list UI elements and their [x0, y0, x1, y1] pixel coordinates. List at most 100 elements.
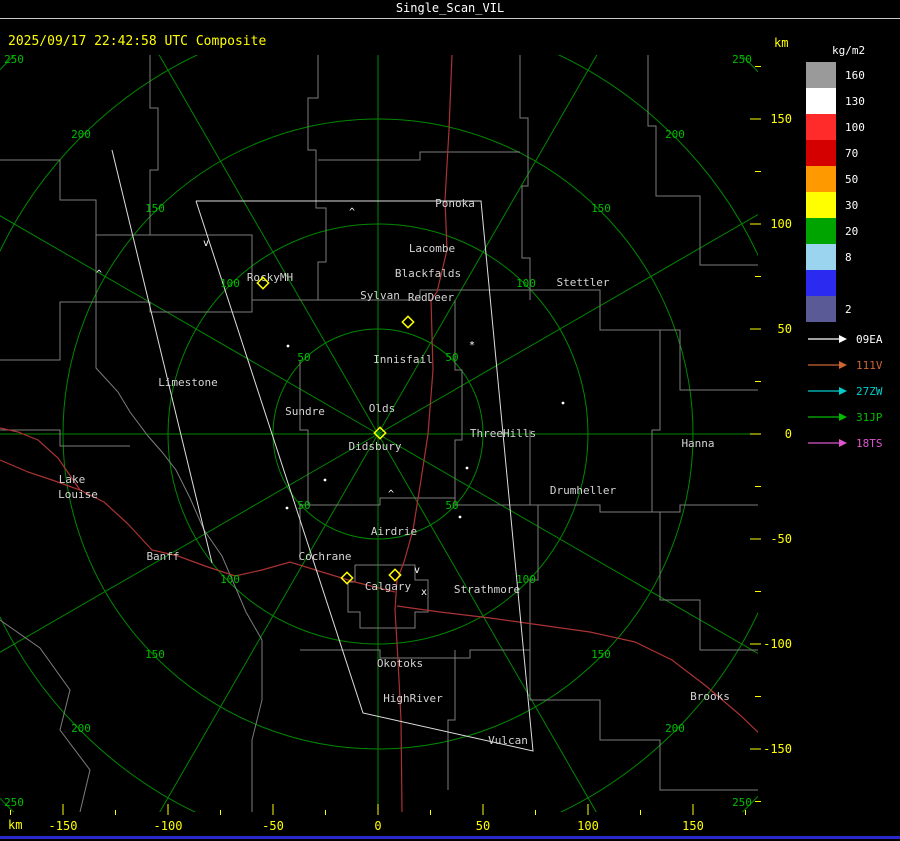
highway-line	[396, 605, 758, 734]
y-axis-label: 50	[778, 322, 792, 336]
storm-track-id: 27ZW	[856, 384, 883, 398]
legend-panel: kg/m2 160 130 100 70 50 30 20 8 2 09EA 111V 27ZW 31…	[806, 44, 900, 456]
city-label-brooks: Brooks	[690, 690, 730, 703]
colorbar-swatch	[806, 140, 836, 166]
azimuth-spoke-300	[0, 215, 379, 435]
colorbar-entry: 20	[806, 218, 900, 244]
range-label: 250	[732, 796, 752, 809]
colorbar-swatch	[806, 192, 836, 218]
storm-track-legend-item: 31JP	[806, 404, 900, 430]
county-boundary-line	[0, 619, 91, 812]
colorbar-value: 2	[845, 302, 852, 316]
county-boundary-line	[447, 650, 456, 790]
city-label-ponoka: Ponoka	[435, 197, 475, 210]
range-label: 250	[4, 796, 24, 809]
storm-track-arrow-icon	[808, 335, 847, 343]
city-label-airdrie: Airdrie	[371, 525, 417, 538]
county-boundary-line	[0, 299, 318, 361]
storm-cell-marker: *	[469, 340, 475, 351]
storm-track-id: 31JP	[856, 410, 883, 424]
storm-cell-marker: v	[203, 238, 209, 249]
city-label-blackfalds: Blackfalds	[395, 267, 461, 280]
range-label: 100	[516, 277, 536, 290]
storm-track-arrow-icon	[808, 361, 847, 369]
storm-cell-marker	[323, 478, 327, 482]
radar-site-marker	[401, 315, 415, 329]
city-label-stettler: Stettler	[557, 276, 610, 289]
storm-cell-marker	[458, 515, 462, 519]
colorbar-swatch	[806, 296, 836, 322]
city-label-didsbury: Didsbury	[349, 440, 402, 453]
storm-cell-marker: ^	[96, 269, 102, 280]
x-axis-label: -100	[154, 819, 183, 833]
y-axis-label: -50	[770, 532, 792, 546]
storm-cell-marker	[465, 466, 469, 470]
city-label-limestone: Limestone	[158, 376, 218, 389]
storm-cell-marker	[561, 401, 565, 405]
city-label-rockymh: RockyMH	[247, 271, 293, 284]
storm-track-id: 09EA	[856, 332, 883, 346]
range-label: 50	[297, 499, 310, 512]
colorbar-value: 70	[845, 146, 859, 160]
storm-cell-marker	[286, 344, 290, 348]
county-boundary-line	[307, 55, 327, 300]
bottom-divider	[0, 836, 900, 839]
storm-cell-marker: x	[421, 587, 427, 598]
city-label-highriver: HighRiver	[383, 692, 443, 705]
y-axis-label: 150	[770, 112, 792, 126]
county-boundary-line	[454, 300, 463, 498]
city-label-olds: Olds	[369, 402, 396, 415]
range-ring-250km	[0, 55, 758, 812]
county-boundary-line	[519, 55, 531, 300]
city-label-strathmore: Strathmore	[454, 583, 520, 596]
colorbar-swatch	[806, 244, 836, 270]
x-axis-label: 100	[577, 819, 599, 833]
x-axis-label: -50	[262, 819, 284, 833]
county-boundary-line	[529, 430, 539, 650]
y-axis-label: -150	[763, 742, 792, 756]
city-label-drumheller: Drumheller	[550, 484, 617, 497]
colorbar-unit-label: kg/m2	[832, 44, 866, 57]
city-label-calgary: Calgary	[365, 580, 412, 593]
colorbar-entry: 160	[806, 62, 900, 88]
range-label: 50	[445, 499, 458, 512]
colorbar-value: 20	[845, 224, 859, 238]
azimuth-spoke-330	[158, 55, 379, 435]
county-boundary-line	[529, 650, 758, 791]
city-label-louise: Louise	[58, 488, 98, 501]
x-axis-label: 50	[476, 819, 490, 833]
colorbar-entry: 2	[806, 296, 900, 322]
y-axis-label: 100	[770, 217, 792, 231]
colorbar-value: 30	[845, 198, 859, 212]
colorbar-value: 160	[845, 68, 865, 82]
colorbar-value: 8	[845, 250, 852, 264]
colorbar-entry: 50	[806, 166, 900, 192]
radar-map-canvas[interactable]: 5010015020025050100150200250501001502002…	[0, 0, 900, 841]
range-label: 200	[665, 722, 685, 735]
storm-cell-marker: v	[414, 565, 420, 576]
range-label: 250	[732, 53, 752, 66]
x-axis-label: -150	[49, 819, 78, 833]
storm-track-id: 111V	[856, 358, 883, 372]
county-boundary-line	[530, 504, 758, 513]
city-label-reddeer: RedDeer	[408, 291, 455, 304]
city-label-lake: Lake	[59, 473, 86, 486]
range-label: 150	[591, 648, 611, 661]
storm-cell-marker: ^	[349, 207, 355, 218]
range-label: 150	[145, 648, 165, 661]
storm-track-id: 18TS	[856, 436, 883, 450]
colorbar-swatch	[806, 62, 836, 88]
city-label-cochrane: Cochrane	[299, 550, 352, 563]
colorbar-value: 100	[845, 120, 865, 134]
colorbar-swatch	[806, 166, 836, 192]
colorbar-swatch	[806, 218, 836, 244]
storm-track-legend-item: 27ZW	[806, 378, 900, 404]
colorbar-entry: 70	[806, 140, 900, 166]
colorbar-entry: 30	[806, 192, 900, 218]
city-label-okotoks: Okotoks	[377, 657, 423, 670]
storm-track-legend: 09EA 111V 27ZW 31JP 18TS	[806, 326, 900, 456]
y-axis-label: 0	[785, 427, 792, 441]
storm-cell-marker: ^	[388, 489, 394, 500]
map-layers: 50 100 150 200 250 50 100 150 200 250 50 100 150 200 2…	[0, 53, 758, 812]
county-boundary-line	[150, 234, 253, 300]
